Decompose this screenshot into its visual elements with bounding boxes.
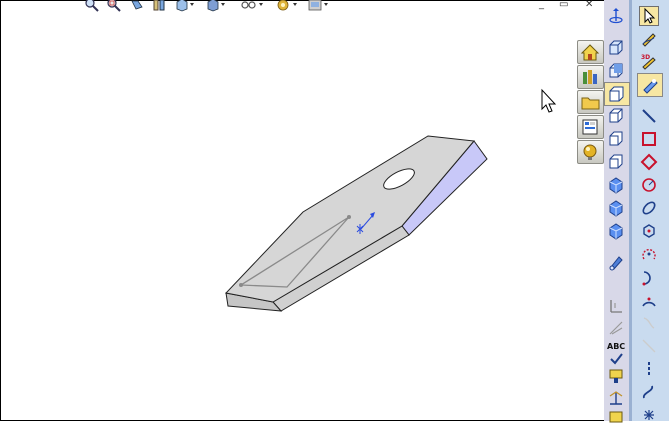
normal-to-icon[interactable] (607, 253, 625, 271)
four-view-icon[interactable] (607, 389, 625, 407)
circle-icon[interactable] (640, 176, 658, 194)
view-palette-icon[interactable] (577, 115, 604, 139)
coordinate-axis-icon[interactable] (607, 7, 625, 25)
right-view-icon[interactable] (607, 107, 625, 125)
line-icon[interactable] (640, 107, 658, 125)
mouse-pointer-icon (541, 88, 557, 113)
left-view-icon[interactable] (604, 82, 630, 106)
front-view-icon[interactable] (607, 39, 625, 57)
model-top-face[interactable] (225, 135, 475, 303)
format-painter-icon[interactable] (607, 366, 625, 384)
back-view-icon[interactable] (607, 62, 625, 80)
isometric-view-icon[interactable] (607, 176, 625, 194)
3-point-arc-icon[interactable] (640, 291, 658, 309)
point-icon[interactable] (640, 406, 658, 424)
sketch-icon[interactable] (640, 30, 658, 48)
top-view-icon[interactable] (607, 130, 625, 148)
task-pane-tabs (577, 40, 604, 164)
dimetric-view-icon[interactable] (607, 222, 625, 240)
centerpoint-arc-icon[interactable] (640, 245, 658, 263)
appearances-icon[interactable] (577, 140, 604, 164)
sketch-fillet-icon[interactable] (640, 314, 658, 332)
design-library-icon[interactable] (577, 65, 604, 89)
sketch-chamfer-icon[interactable] (640, 337, 658, 355)
polygon-icon[interactable] (640, 153, 658, 171)
smart-dimension-icon[interactable] (637, 73, 663, 97)
tangent-arc-icon[interactable] (640, 268, 658, 286)
select-icon[interactable] (639, 6, 659, 26)
polygon-circle-icon[interactable] (640, 222, 658, 240)
graphics-area[interactable] (1, 1, 602, 420)
two-view-icon[interactable] (607, 319, 625, 337)
single-view-icon[interactable] (607, 296, 625, 314)
note-icon[interactable] (607, 410, 625, 428)
bottom-view-icon[interactable] (607, 153, 625, 171)
home-icon[interactable] (577, 40, 604, 64)
file-explorer-icon[interactable] (577, 90, 604, 114)
svg-text:3D: 3D (641, 54, 650, 61)
rectangle-icon[interactable] (640, 130, 658, 148)
3d-sketch-icon[interactable]: 3D (640, 52, 658, 70)
spline-icon[interactable] (640, 383, 658, 401)
trimetric-view-icon[interactable] (607, 199, 625, 217)
ellipse-icon[interactable] (640, 199, 658, 217)
centerline-icon[interactable] (640, 360, 658, 378)
